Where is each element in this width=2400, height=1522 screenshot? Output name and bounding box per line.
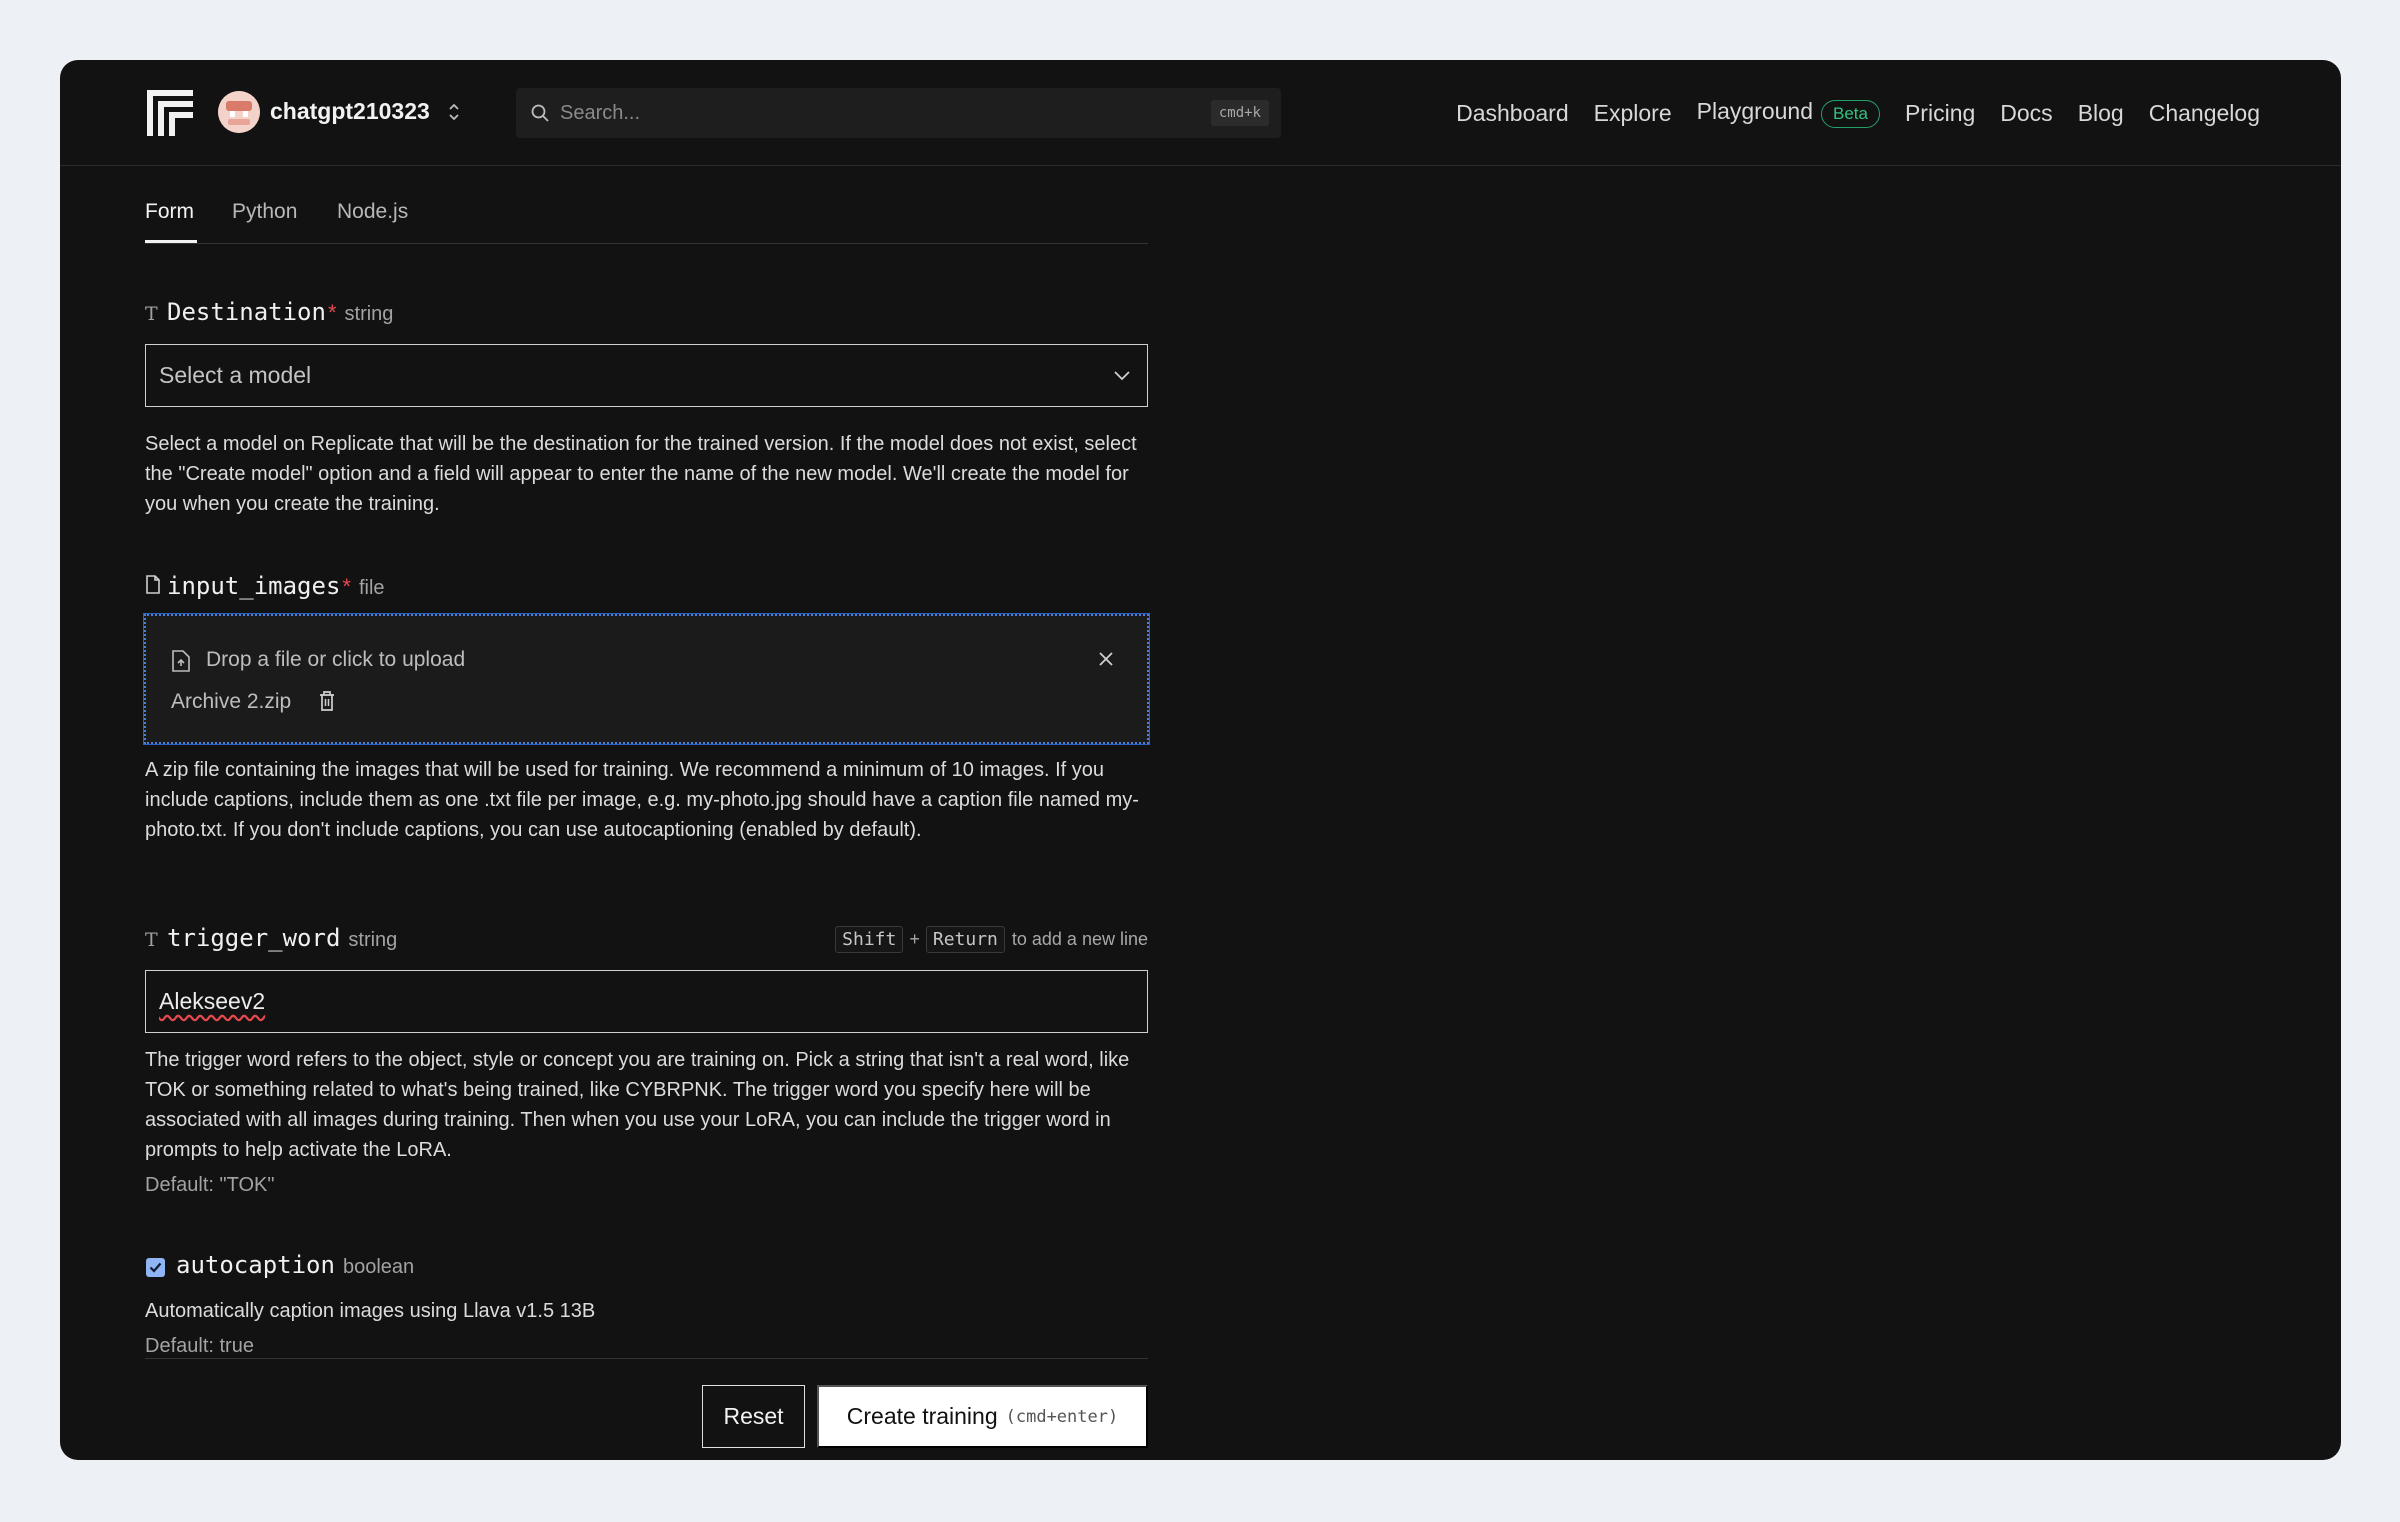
search-shortcut-badge: cmd+k	[1210, 100, 1269, 126]
file-dropzone[interactable]: Drop a file or click to upload Archive 2…	[143, 613, 1150, 745]
required-marker: *	[342, 574, 351, 599]
trash-icon[interactable]	[318, 690, 336, 712]
tab-form[interactable]: Form	[145, 200, 194, 224]
autocaption-description: Automatically caption images using Llava…	[145, 1300, 596, 1322]
uploaded-file-name: Archive 2.zip	[171, 690, 292, 713]
string-type-icon: T	[145, 929, 158, 951]
nav-pricing[interactable]: Pricing	[1905, 100, 1975, 127]
nav-explore[interactable]: Explore	[1594, 100, 1672, 127]
file-upload-icon	[172, 650, 190, 672]
hint-text: to add a new line	[1011, 929, 1148, 949]
trigger-word-default: Default: "TOK"	[145, 1174, 275, 1196]
file-type-icon	[145, 575, 167, 599]
field-type: string	[348, 929, 398, 951]
trigger-word-value: Alekseev2	[159, 988, 266, 1014]
nav-playground[interactable]: Playground Beta	[1697, 98, 1880, 128]
destination-select[interactable]: Select a model	[145, 344, 1148, 407]
destination-select-placeholder: Select a model	[159, 362, 312, 388]
close-icon[interactable]	[1097, 650, 1115, 668]
field-name: trigger_word	[167, 924, 341, 952]
tab-nodejs[interactable]: Node.js	[337, 200, 408, 224]
string-type-icon: T	[145, 303, 158, 325]
trigger-word-description: The trigger word refers to the object, s…	[145, 1049, 1130, 1161]
nav-blog[interactable]: Blog	[2078, 100, 2124, 127]
app-window: chatgpt210323 Search... cmd+k Dashboard …	[60, 60, 2341, 1460]
main-nav: Dashboard Explore Playground Beta Pricing…	[1431, 96, 2260, 130]
shift-key: Shift	[835, 926, 904, 953]
create-training-shortcut: (cmd+enter)	[1005, 1406, 1119, 1427]
tab-python[interactable]: Python	[232, 200, 297, 224]
field-type: boolean	[342, 1256, 415, 1278]
plus-sign: +	[909, 929, 920, 949]
input-images-description: A zip file containing the images that wi…	[145, 759, 1139, 841]
field-type: file	[358, 577, 385, 599]
field-name: input_images	[167, 572, 341, 600]
autocaption-label-row: autocaption boolean	[145, 1251, 1148, 1279]
required-marker: *	[327, 300, 337, 325]
search-icon	[531, 104, 549, 122]
nav-dashboard[interactable]: Dashboard	[1456, 100, 1569, 127]
return-key: Return	[925, 926, 1005, 953]
input-images-label-row: input_images * file	[145, 572, 1148, 600]
autocaption-default: Default: true	[145, 1335, 254, 1357]
field-name: autocaption	[176, 1251, 335, 1279]
tabs-divider	[145, 243, 1148, 244]
top-navbar: chatgpt210323 Search... cmd+k Dashboard …	[60, 60, 2341, 166]
destination-label-row: T Destination * string	[145, 298, 1148, 326]
reset-button[interactable]: Reset	[702, 1385, 805, 1448]
replicate-logo-icon[interactable]	[145, 88, 195, 138]
dropzone-prompt: Drop a file or click to upload	[206, 648, 466, 671]
newline-hint: Shift + Return to add a new line	[835, 926, 1148, 953]
search-bar[interactable]: Search... cmd+k	[516, 88, 1281, 138]
beta-badge: Beta	[1820, 100, 1880, 128]
avatar[interactable]	[218, 91, 260, 133]
nav-changelog[interactable]: Changelog	[2149, 100, 2260, 127]
create-training-button[interactable]: Create training (cmd+enter)	[817, 1385, 1148, 1448]
field-type: string	[344, 303, 394, 325]
nav-docs[interactable]: Docs	[2000, 100, 2052, 127]
trigger-word-label-row: T trigger_word string Shift + Return to …	[145, 924, 1148, 953]
field-name: Destination	[167, 298, 326, 326]
nav-playground-label: Playground	[1696, 98, 1813, 124]
account-switcher-label[interactable]: chatgpt210323	[270, 98, 430, 125]
create-training-label: Create training	[846, 1403, 998, 1429]
chevron-down-icon	[1114, 371, 1130, 381]
chevron-up-down-icon[interactable]	[446, 100, 462, 124]
form-footer-divider	[145, 1358, 1148, 1359]
search-input[interactable]: Search...	[560, 102, 640, 125]
destination-description: Select a model on Replicate that will be…	[145, 433, 1137, 515]
trigger-word-input[interactable]: Alekseev2	[145, 970, 1148, 1033]
